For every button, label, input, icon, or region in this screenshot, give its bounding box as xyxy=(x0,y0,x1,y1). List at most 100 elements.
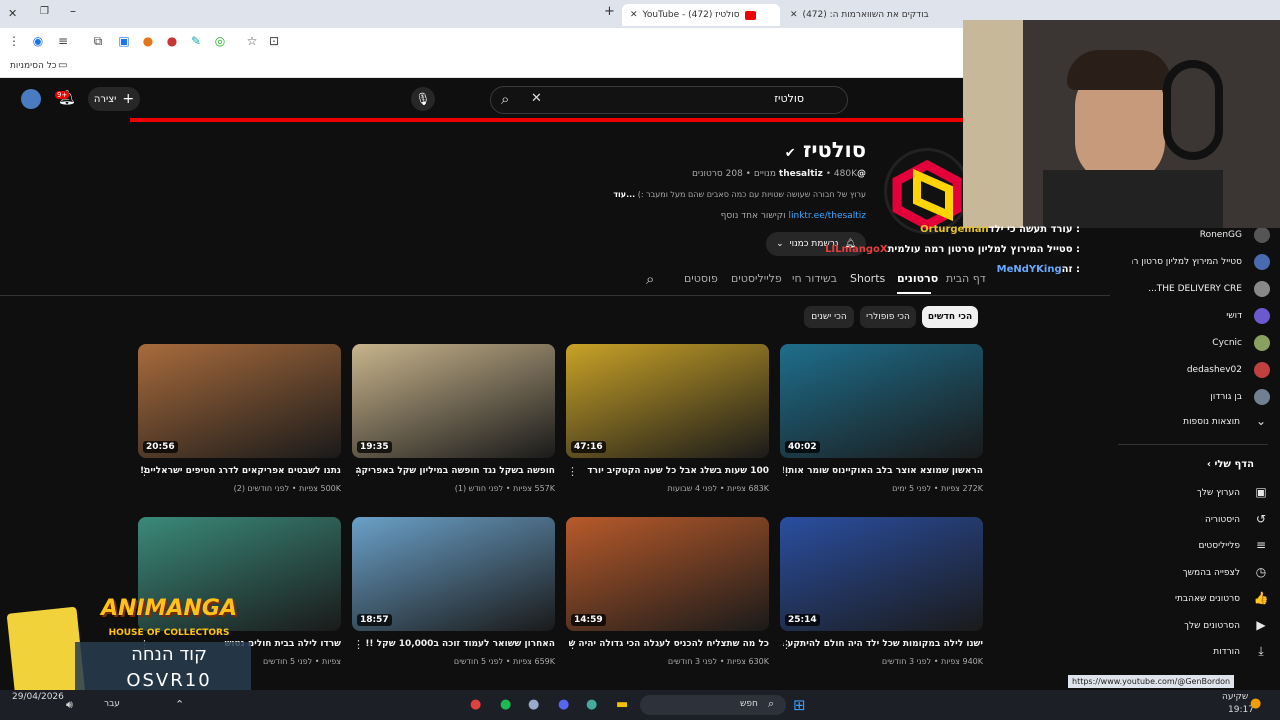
video-title[interactable]: נתנו לשבטים אפריקאים לדרג חטיפים ישראליי… xyxy=(141,466,341,476)
you-item[interactable]: פלייליסטים ≡ xyxy=(1120,535,1270,557)
menu-dots-icon[interactable]: ⋮ xyxy=(6,34,22,48)
subscription-item[interactable]: סטייל המירוץ למליון סרטון רמה עולמית Mac… xyxy=(1120,251,1270,273)
video-title[interactable]: 100 שעות בשלג אבל כל שעה הקטקיב יורד xyxy=(569,466,769,476)
more-link[interactable]: ...עוד xyxy=(613,190,635,199)
more-links-text[interactable]: וקישור אחד נוסף xyxy=(721,211,786,221)
subscription-item[interactable]: דושי xyxy=(1120,305,1270,327)
extension-icon[interactable]: ▣ xyxy=(116,34,132,48)
channel-search-icon[interactable]: ⌕ xyxy=(646,270,654,288)
video-menu-icon[interactable]: ⋮ xyxy=(567,638,578,651)
extension-icon[interactable]: ● xyxy=(164,34,180,48)
subscription-item[interactable]: dedashev02 xyxy=(1120,359,1270,381)
extension-icon[interactable]: ● xyxy=(140,34,156,48)
close-tab-icon[interactable]: ✕ xyxy=(790,10,798,20)
extensions-puzzle-icon[interactable]: ⧉ xyxy=(90,34,106,49)
video-title[interactable]: כל מה שתצליח להכניס לעגלה הכי גדולה יהיה… xyxy=(569,639,769,649)
extension-icon[interactable]: ≡ xyxy=(55,34,71,48)
subscription-name: RonenGG xyxy=(1199,230,1242,240)
language-indicator[interactable]: עבר xyxy=(104,699,120,709)
video-menu-icon[interactable]: ⋮ xyxy=(353,638,364,651)
video-thumbnail[interactable]: 19:35 xyxy=(352,344,555,458)
chat-message: : סטייל המירוץ למליון סרטון רמה עולמיתLI… xyxy=(825,244,1080,255)
video-menu-icon[interactable]: ⋮ xyxy=(781,638,792,651)
taskbar-date: 29/04/2026 xyxy=(12,692,64,702)
create-button[interactable]: יצירה + xyxy=(88,87,140,111)
close-tab-icon[interactable]: ✕ xyxy=(630,10,638,20)
new-tab-icon[interactable]: + xyxy=(604,4,615,19)
subscription-item[interactable]: Cycnic xyxy=(1120,332,1270,354)
you-item[interactable]: הורדות ⤓ xyxy=(1120,641,1270,663)
video-thumbnail[interactable]: 47:16 xyxy=(566,344,769,458)
chevron-up-icon[interactable]: ⌃ xyxy=(175,698,184,711)
bookmark-star-icon[interactable]: ☆ xyxy=(244,34,260,48)
restore-window-icon[interactable]: ❐ xyxy=(40,6,49,17)
you-item[interactable]: לצפייה בהמשך ◷ xyxy=(1120,562,1270,584)
minimize-window-icon[interactable]: – xyxy=(70,4,76,18)
spotify-icon[interactable]: ● xyxy=(500,697,511,712)
video-menu-icon[interactable]: ⋮ xyxy=(353,465,364,478)
close-window-icon[interactable]: ✕ xyxy=(8,7,17,20)
chip-popular[interactable]: הכי פופולרי xyxy=(860,306,916,328)
channel-description[interactable]: ערוץ של חבורה שעושה שטויות עם כמה סאבים … xyxy=(560,190,866,199)
show-more-button[interactable]: תוצאות נוספות ⌄ xyxy=(1120,411,1270,433)
search-input[interactable]: סולטיז xyxy=(554,92,804,105)
video-title[interactable]: ישנו לילה במקומות שכל ילד היה חולם להיתק… xyxy=(783,639,983,649)
you-item[interactable]: סרטונים שאהבתי 👍 xyxy=(1120,588,1270,610)
tab-shawarma[interactable]: ✕ בודקים את השווארמות ה: (472) xyxy=(782,4,940,26)
video-thumbnail[interactable]: 40:02 xyxy=(780,344,983,458)
active-tab-indicator xyxy=(897,292,931,294)
taskbar-search[interactable]: חפש ⌕ xyxy=(640,695,786,715)
extension-icon[interactable]: ◎ xyxy=(212,34,228,48)
video-title[interactable]: חופשה בשקל נגד חופשה במיליון שקל באפריקה xyxy=(355,466,555,476)
app-icon[interactable]: ● xyxy=(470,697,481,712)
windows-start-icon[interactable]: ⊞ xyxy=(793,696,806,714)
channel-link[interactable]: linktr.ee/thesaltiz xyxy=(788,211,866,221)
chrome-icon[interactable]: ● xyxy=(586,697,597,712)
person-box-icon: ▣ xyxy=(1255,485,1267,499)
file-explorer-icon[interactable]: ▬ xyxy=(616,697,628,712)
you-item[interactable]: הערוץ שלך ▣ xyxy=(1120,482,1270,504)
subscription-name: dedashev02 xyxy=(1186,365,1242,375)
clear-search-icon[interactable]: ✕ xyxy=(531,91,542,106)
chip-oldest[interactable]: הכי ישנים xyxy=(804,306,854,328)
extension-icon[interactable]: ✎ xyxy=(188,34,204,48)
tab-live[interactable]: בשידור חי xyxy=(792,272,837,285)
subscription-item[interactable]: בן גורדון xyxy=(1120,386,1270,408)
video-thumbnail[interactable]: 14:59 xyxy=(566,517,769,631)
install-app-icon[interactable]: ⊡ xyxy=(266,34,282,48)
search-icon[interactable]: ⌕ xyxy=(501,90,509,108)
steam-icon[interactable]: ● xyxy=(528,697,539,712)
video-thumbnail[interactable]: 18:57 xyxy=(352,517,555,631)
subscription-item[interactable]: THE DELIVERY CRE... xyxy=(1120,278,1270,300)
extension-icon[interactable]: ◉ xyxy=(30,34,46,48)
volume-icon[interactable]: 🔊︎ xyxy=(66,698,73,712)
video-thumbnail[interactable]: 25:14 xyxy=(780,517,983,631)
tab-shorts[interactable]: Shorts xyxy=(850,272,885,285)
video-menu-icon[interactable]: ⋮ xyxy=(567,465,578,478)
you-heading[interactable]: הדף שלי › xyxy=(1130,459,1254,470)
discord-icon[interactable]: ● xyxy=(558,697,569,712)
channel-stats: @thesaltiz • 480K מנויים • 208 סרטונים xyxy=(691,169,866,179)
you-item[interactable]: היסטוריה ↺ xyxy=(1120,509,1270,531)
verified-icon: ✔ xyxy=(784,146,796,161)
tab-playlists[interactable]: פלייליסטים xyxy=(731,272,782,285)
video-title[interactable]: האחרון ששואר לעמוד זוכה ב10,000 שקל !! xyxy=(355,639,555,649)
voice-search-icon[interactable]: 🎙︎ xyxy=(411,87,435,111)
promo-code: OSVR10 xyxy=(126,670,212,691)
subscription-avatar xyxy=(1254,308,1270,324)
video-meta: 557K צפיות • לפני חודש (1) xyxy=(454,484,555,493)
chip-latest[interactable]: הכי חדשים xyxy=(922,306,978,328)
video-title[interactable]: הראשון שמוצא אוצר בלב האוקיינוס שומר אות… xyxy=(783,466,983,476)
tab-posts[interactable]: פוסטים xyxy=(684,272,718,285)
tab-youtube[interactable]: ✕ YouTube - סולטיז (472) xyxy=(622,4,780,26)
you-item[interactable]: הסרטונים שלך ▶ xyxy=(1120,615,1270,637)
video-menu-icon[interactable]: ⋮ xyxy=(781,465,792,478)
avatar[interactable] xyxy=(21,89,41,109)
video-menu-icon[interactable]: ⋮ xyxy=(139,465,150,478)
you-item-label: פלייליסטים xyxy=(1198,541,1240,551)
tab-videos[interactable]: סרטונים xyxy=(897,272,938,285)
all-bookmarks-link[interactable]: כל הסימניות xyxy=(10,61,57,71)
tab-home[interactable]: דף הבית xyxy=(946,272,986,285)
you-item-label: הורדות xyxy=(1213,647,1240,657)
video-thumbnail[interactable]: 20:56 xyxy=(138,344,341,458)
